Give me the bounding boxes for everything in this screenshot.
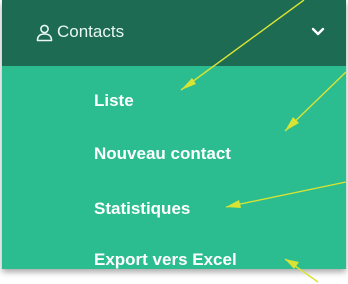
sidebar-section-header-contacts[interactable]: Contacts [2,0,346,66]
sidebar-section-label: Contacts [57,22,125,41]
sidebar-item-statistiques[interactable]: Statistiques [94,199,190,219]
screenshot-stage: Contacts Liste Nouveau contact Statistiq… [0,0,348,284]
sidebar-item-export-excel[interactable]: Export vers Excel [94,250,237,269]
chevron-down-icon[interactable] [311,27,325,37]
sidebar-item-nouveau-contact[interactable]: Nouveau contact [94,144,231,164]
sidebar-item-liste[interactable]: Liste [94,91,134,111]
user-icon [36,24,53,42]
sidebar-menu: Contacts Liste Nouveau contact Statistiq… [2,0,346,269]
